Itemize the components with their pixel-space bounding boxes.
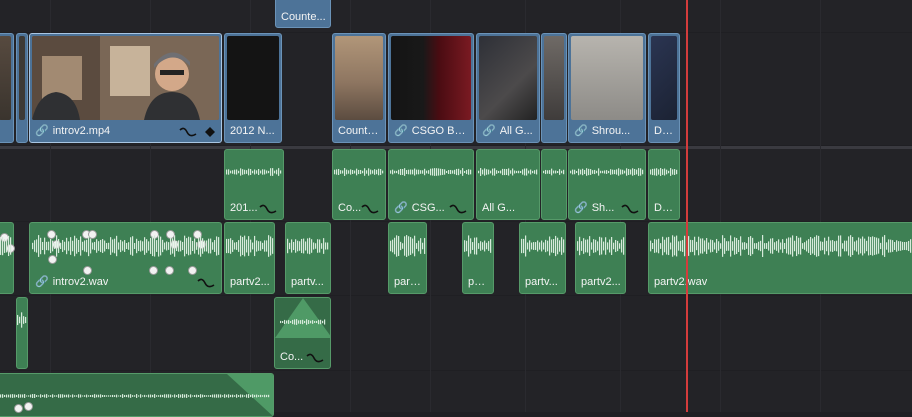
- keyframe-dot[interactable]: [6, 244, 15, 253]
- link-icon: 🔗: [35, 276, 49, 288]
- keyframe-dot[interactable]: [188, 266, 197, 275]
- video-track-2: [0, 0, 912, 32]
- grid-line: [820, 0, 821, 412]
- keyframe-dot[interactable]: [24, 402, 33, 411]
- keyframe-dot[interactable]: [150, 230, 159, 239]
- playhead[interactable]: [686, 0, 688, 412]
- link-icon: 🔗: [394, 202, 408, 214]
- audio-clip-do[interactable]: Do...: [648, 149, 680, 220]
- link-icon: 🔗: [35, 125, 49, 137]
- clip-label: partv2...: [230, 276, 270, 288]
- clip-label: 2012 N...: [230, 125, 275, 137]
- video-clip-introv2[interactable]: 🔗 introv2.mp4: [29, 33, 222, 143]
- curve-icon[interactable]: [259, 204, 277, 214]
- keyframe-dot[interactable]: [165, 266, 174, 275]
- curve-icon[interactable]: [361, 204, 379, 214]
- clip-label: Counte...: [281, 11, 326, 23]
- audio-clip-co[interactable]: Co...: [332, 149, 386, 220]
- video-clip-csgo-bo[interactable]: 🔗 CSGO Bo...: [388, 33, 474, 143]
- clip-label: Co...: [338, 202, 362, 214]
- link-icon: 🔗: [574, 125, 588, 137]
- keyframe-diamond-icon[interactable]: [205, 127, 215, 137]
- link-icon: 🔗: [394, 125, 408, 137]
- curve-icon[interactable]: [449, 204, 467, 214]
- clip-label: partv...: [291, 276, 324, 288]
- video-clip-counter-top[interactable]: Counte...: [275, 0, 331, 28]
- clip-label: All G...: [499, 125, 533, 137]
- clip-label: pa...: [468, 276, 489, 288]
- curve-icon[interactable]: [306, 353, 324, 363]
- audio-clip-music[interactable]: [0, 373, 274, 417]
- video-clip-thin[interactable]: [16, 33, 28, 143]
- audio-clip-csg[interactable]: 🔗 CSG...: [388, 149, 474, 220]
- clip-label: Co...: [280, 351, 304, 363]
- audio-clip-all-g[interactable]: All G...: [476, 149, 540, 220]
- video-clip-counter[interactable]: Counte...: [332, 33, 386, 143]
- clip-label: Do...: [654, 125, 675, 137]
- clip-label: 201...: [230, 202, 258, 214]
- video-clip-do[interactable]: Do...: [648, 33, 680, 143]
- clip-label: Counte...: [338, 125, 381, 137]
- clip-label: part...: [394, 276, 422, 288]
- keyframe-dot[interactable]: [83, 266, 92, 275]
- link-icon: 🔗: [574, 202, 588, 214]
- audio-clip-201[interactable]: 201...: [224, 149, 284, 220]
- audio-clip-thin[interactable]: [16, 297, 28, 369]
- keyframe-dot[interactable]: [52, 240, 61, 249]
- audio-clip-pa[interactable]: pa...: [462, 222, 494, 294]
- grid-line: [720, 0, 721, 412]
- audio-clip-partv2-a[interactable]: partv2...: [224, 222, 275, 294]
- video-clip-all-g[interactable]: 🔗 All G...: [476, 33, 540, 143]
- clip-label: partv2...: [581, 276, 621, 288]
- video-clip-small[interactable]: [541, 33, 567, 143]
- curve-icon[interactable]: [197, 278, 215, 288]
- keyframe-dot[interactable]: [149, 266, 158, 275]
- audio-clip-sh[interactable]: 🔗 Sh...: [568, 149, 646, 220]
- keyframe-dot[interactable]: [48, 255, 57, 264]
- audio-track-3: [0, 296, 912, 370]
- curve-icon[interactable]: [621, 204, 639, 214]
- keyframe-dot[interactable]: [47, 230, 56, 239]
- link-icon: 🔗: [482, 125, 496, 137]
- keyframe-dot[interactable]: [193, 230, 202, 239]
- keyframe-dot[interactable]: [197, 240, 206, 249]
- video-clip-2012[interactable]: 2012 N...: [224, 33, 282, 143]
- keyframe-dot[interactable]: [0, 233, 9, 242]
- clip-label: partv2.wav: [654, 276, 708, 288]
- clip-label: CSGO Bo...: [411, 125, 469, 137]
- clip-label: partv...: [525, 276, 558, 288]
- audio-clip-partv-a[interactable]: partv...: [285, 222, 331, 294]
- video-thumbnail: [32, 36, 219, 120]
- video-clip-shrou[interactable]: 🔗 Shrou...: [568, 33, 646, 143]
- keyframe-dot[interactable]: [88, 230, 97, 239]
- clip-label: introv2.wav: [52, 276, 109, 288]
- audio-clip-small[interactable]: [541, 149, 567, 220]
- clip-label: Do...: [654, 202, 675, 214]
- curve-icon[interactable]: [179, 127, 197, 137]
- clip-label: CSG...: [411, 202, 445, 214]
- audio-clip-part[interactable]: part...: [388, 222, 427, 294]
- keyframe-dot[interactable]: [166, 230, 175, 239]
- audio-clip-partv2-b[interactable]: partv2...: [575, 222, 626, 294]
- video-clip-partial-left[interactable]: [0, 33, 14, 143]
- clip-label: All G...: [482, 202, 516, 214]
- keyframe-dot[interactable]: [170, 240, 179, 249]
- audio-clip-partv-b[interactable]: partv...: [519, 222, 566, 294]
- clip-label: Sh...: [591, 202, 615, 214]
- audio-clip-co-track3[interactable]: Co...: [274, 297, 331, 369]
- clip-label: Shrou...: [591, 125, 631, 137]
- clip-label: introv2.mp4: [52, 125, 111, 137]
